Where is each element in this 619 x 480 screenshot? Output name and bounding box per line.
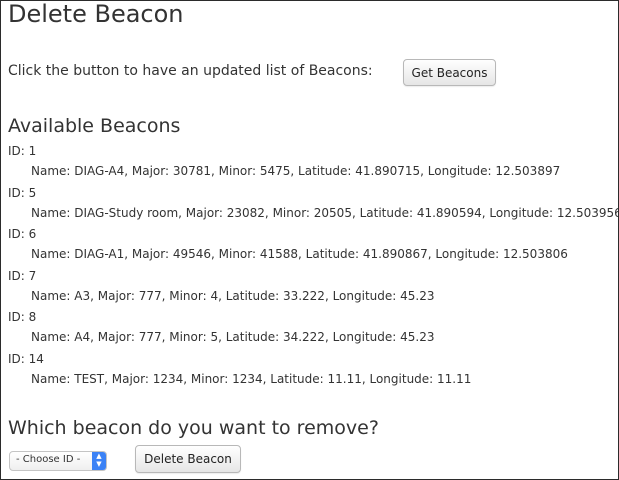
beacon-id: ID: 14	[8, 351, 44, 366]
beacon-details: Name: TEST, Major: 1234, Minor: 1234, La…	[31, 371, 472, 386]
beacon-details: Name: A4, Major: 777, Minor: 5, Latitude…	[31, 330, 435, 344]
intro-text: Click the button to have an updated list…	[8, 63, 373, 79]
beacon-id: ID: 7	[8, 268, 37, 283]
get-beacons-button[interactable]: Get Beacons	[403, 59, 496, 86]
page-frame: Delete Beacon Click the button to have a…	[0, 0, 619, 480]
available-beacons-title: Available Beacons	[8, 115, 181, 137]
choose-id-select[interactable]: - Choose ID - ▲ ▼	[9, 451, 107, 471]
beacon-id: ID: 1	[8, 144, 37, 158]
beacon-details: Name: DIAG-A1, Major: 49546, Minor: 4158…	[31, 247, 568, 261]
intro-row: Click the button to have an updated list…	[8, 59, 618, 87]
select-arrows-icon: ▲ ▼	[92, 452, 106, 470]
beacon-id: ID: 6	[8, 227, 37, 241]
select-value: - Choose ID -	[16, 454, 81, 465]
beacon-id: ID: 8	[8, 310, 37, 324]
remove-question-title: Which beacon do you want to remove?	[8, 417, 379, 439]
beacon-details: Name: DIAG-Study room, Major: 23082, Min…	[31, 205, 619, 220]
beacon-details: Name: DIAG-A4, Major: 30781, Minor: 5475…	[31, 164, 561, 178]
beacon-details: Name: A3, Major: 777, Minor: 4, Latitude…	[31, 288, 435, 303]
page-title: Delete Beacon	[8, 0, 184, 28]
delete-beacon-button[interactable]: Delete Beacon	[135, 445, 241, 473]
beacon-id: ID: 5	[8, 185, 37, 200]
